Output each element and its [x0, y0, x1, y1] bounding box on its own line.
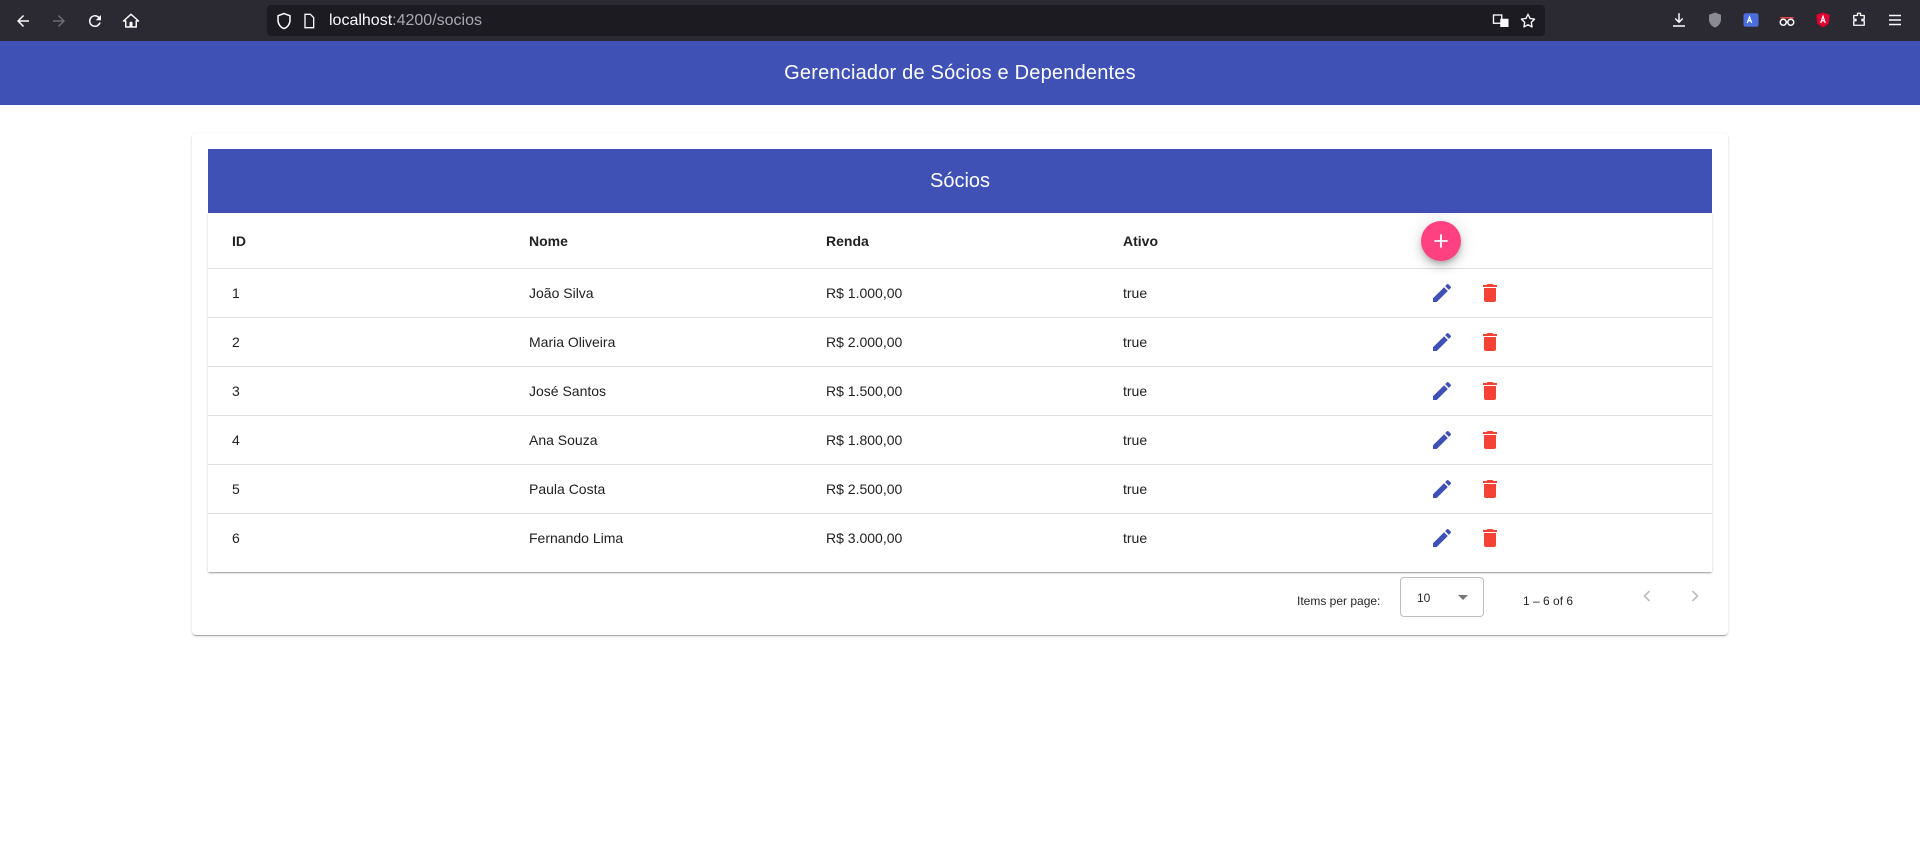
- next-page-button[interactable]: [1683, 584, 1707, 608]
- page-size-select[interactable]: 10: [1400, 577, 1484, 617]
- url-path: :4200/socios: [392, 12, 482, 29]
- edit-icon[interactable]: [1430, 379, 1454, 403]
- url-text[interactable]: localhost:4200/socios: [329, 12, 482, 30]
- cell-nome: Maria Oliveira: [529, 334, 616, 350]
- browser-toolbar: localhost:4200/socios: [0, 0, 1920, 41]
- column-header-id[interactable]: ID: [232, 233, 246, 249]
- edit-icon[interactable]: [1430, 477, 1454, 501]
- back-icon[interactable]: [10, 8, 36, 34]
- angular-devtools-icon[interactable]: [1813, 10, 1833, 30]
- table-row: 6 Fernando Lima R$ 3.000,00 true: [208, 514, 1712, 563]
- delete-icon[interactable]: [1478, 281, 1502, 305]
- cell-ativo: true: [1123, 481, 1148, 497]
- bookmark-star-icon[interactable]: [1519, 12, 1537, 30]
- cell-nome: José Santos: [529, 383, 607, 399]
- cell-ativo: true: [1123, 383, 1148, 399]
- card-title: Sócios: [929, 169, 991, 192]
- edit-icon[interactable]: [1430, 428, 1454, 452]
- cell-id: 4: [232, 432, 240, 448]
- menu-hamburger-icon[interactable]: [1885, 10, 1905, 30]
- delete-icon[interactable]: [1478, 428, 1502, 452]
- table-header-row: ID Nome Renda Ativo: [208, 213, 1712, 269]
- chevron-right-icon: [1691, 590, 1699, 602]
- cell-renda: R$ 3.000,00: [826, 530, 903, 546]
- card-header: Sócios: [208, 149, 1712, 213]
- cell-nome: Paula Costa: [529, 481, 606, 497]
- cell-ativo: true: [1123, 334, 1148, 350]
- socios-table: ID Nome Renda Ativo 1 João Silva R$ 1.00…: [208, 213, 1712, 572]
- delete-icon[interactable]: [1478, 379, 1502, 403]
- shield-icon[interactable]: [275, 12, 293, 30]
- download-icon[interactable]: [1669, 10, 1689, 30]
- url-host: localhost: [329, 12, 393, 29]
- ublock-icon[interactable]: [1705, 10, 1725, 30]
- cell-id: 3: [232, 383, 240, 399]
- cell-renda: R$ 2.500,00: [826, 481, 903, 497]
- forward-icon[interactable]: [46, 8, 72, 34]
- page-range-label: 1 – 6 of 6: [1523, 594, 1574, 608]
- page-icon[interactable]: [301, 12, 317, 30]
- page-size-value: 10: [1417, 591, 1431, 605]
- column-header-renda[interactable]: Renda: [826, 233, 869, 249]
- table-row: 5 Paula Costa R$ 2.500,00 true: [208, 465, 1712, 514]
- dropdown-arrow-icon: [1458, 595, 1468, 600]
- items-per-page-label: Items per page:: [1297, 594, 1381, 608]
- cell-id: 2: [232, 334, 240, 350]
- table-row: 1 João Silva R$ 1.000,00 true: [208, 269, 1712, 318]
- cell-ativo: true: [1123, 530, 1148, 546]
- edit-icon[interactable]: [1430, 526, 1454, 550]
- home-icon[interactable]: [118, 8, 144, 34]
- add-socio-button[interactable]: [1421, 221, 1461, 261]
- table-row: 3 José Santos R$ 1.500,00 true: [208, 367, 1712, 416]
- table-row: 4 Ana Souza R$ 1.800,00 true: [208, 416, 1712, 465]
- plus-icon: [1434, 234, 1448, 248]
- column-header-nome[interactable]: Nome: [529, 233, 568, 249]
- cell-id: 5: [232, 481, 240, 497]
- cell-renda: R$ 1.800,00: [826, 432, 903, 448]
- delete-icon[interactable]: [1478, 477, 1502, 501]
- extensions-puzzle-icon[interactable]: [1849, 10, 1869, 30]
- address-bar[interactable]: localhost:4200/socios: [267, 5, 1545, 36]
- app-title: Gerenciador de Sócios e Dependentes: [784, 61, 1136, 84]
- cell-ativo: true: [1123, 432, 1148, 448]
- paginator: Items per page: 10 1 – 6 of 6: [208, 572, 1712, 628]
- cell-renda: R$ 2.000,00: [826, 334, 903, 350]
- edit-icon[interactable]: [1430, 281, 1454, 305]
- incognito-extension-icon[interactable]: [1777, 10, 1797, 30]
- previous-page-button[interactable]: [1635, 584, 1659, 608]
- cell-id: 1: [232, 285, 240, 301]
- cell-nome: Ana Souza: [529, 432, 598, 448]
- column-header-ativo[interactable]: Ativo: [1123, 233, 1158, 249]
- edit-icon[interactable]: [1430, 330, 1454, 354]
- cell-renda: R$ 1.500,00: [826, 383, 903, 399]
- cell-nome: João Silva: [529, 285, 594, 301]
- socios-card: Sócios ID Nome Renda Ativo 1 João Silva …: [192, 133, 1728, 635]
- table-row: 2 Maria Oliveira R$ 2.000,00 true: [208, 318, 1712, 367]
- chevron-left-icon: [1643, 590, 1651, 602]
- translate-icon[interactable]: [1492, 12, 1510, 30]
- translate-extension-icon[interactable]: [1741, 10, 1761, 30]
- delete-icon[interactable]: [1478, 526, 1502, 550]
- reload-icon[interactable]: [82, 8, 108, 34]
- app-toolbar: Gerenciador de Sócios e Dependentes: [0, 41, 1920, 105]
- cell-ativo: true: [1123, 285, 1148, 301]
- cell-renda: R$ 1.000,00: [826, 285, 903, 301]
- cell-id: 6: [232, 530, 240, 546]
- delete-icon[interactable]: [1478, 330, 1502, 354]
- cell-nome: Fernando Lima: [529, 530, 624, 546]
